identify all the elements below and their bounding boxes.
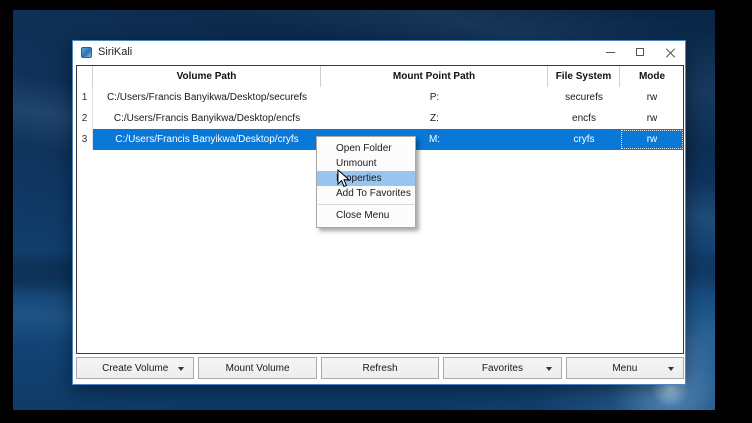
row-number: 3 — [77, 129, 93, 150]
table-header-row: Volume Path Mount Point Path File System… — [77, 66, 683, 87]
window-title: SiriKali — [98, 46, 132, 58]
menu-item-open-folder[interactable]: Open Folder — [317, 141, 415, 156]
column-header-mount-point-path[interactable]: Mount Point Path — [321, 66, 548, 87]
menu-button[interactable]: Menu — [566, 357, 684, 379]
window-controls — [595, 41, 685, 63]
row-number: 2 — [77, 108, 93, 129]
create-volume-label: Create Volume — [102, 363, 168, 374]
cell-volume-path[interactable]: C:/Users/Francis Banyikwa/Desktop/cryfs — [93, 129, 321, 150]
cell-file-system[interactable]: securefs — [548, 87, 620, 108]
table-row[interactable]: 2 C:/Users/Francis Banyikwa/Desktop/encf… — [77, 108, 683, 129]
row-number: 1 — [77, 87, 93, 108]
mouse-cursor-icon — [337, 169, 350, 193]
dropdown-arrow-icon — [546, 367, 552, 371]
sirikali-app-icon — [81, 47, 92, 58]
favorites-label: Favorites — [482, 363, 523, 374]
column-header-file-system[interactable]: File System — [548, 66, 620, 87]
cell-mount-point[interactable]: P: — [321, 87, 548, 108]
cell-mode[interactable]: rw — [620, 108, 684, 129]
cell-file-system[interactable]: cryfs — [548, 129, 620, 150]
context-menu: Open Folder Unmount Properties Add To Fa… — [316, 136, 416, 228]
dropdown-arrow-icon — [178, 367, 184, 371]
bottom-toolbar: Create Volume Mount Volume Refresh Favor… — [76, 357, 684, 379]
cell-mode-focused[interactable]: rw — [620, 129, 684, 150]
minimize-icon — [606, 52, 615, 53]
cell-volume-path[interactable]: C:/Users/Francis Banyikwa/Desktop/secure… — [93, 87, 321, 108]
menu-item-properties[interactable]: Properties — [317, 171, 415, 186]
maximize-button[interactable] — [625, 41, 655, 63]
menu-item-unmount[interactable]: Unmount — [317, 156, 415, 171]
close-icon — [666, 48, 675, 57]
maximize-icon — [636, 48, 644, 56]
refresh-button[interactable]: Refresh — [321, 357, 439, 379]
column-header-volume-path[interactable]: Volume Path — [93, 66, 321, 87]
minimize-button[interactable] — [595, 41, 625, 63]
favorites-button[interactable]: Favorites — [443, 357, 561, 379]
cell-mount-point[interactable]: Z: — [321, 108, 548, 129]
mount-volume-label: Mount Volume — [226, 363, 290, 374]
titlebar[interactable]: SiriKali — [73, 41, 685, 63]
menu-item-add-to-favorites[interactable]: Add To Favorites — [317, 186, 415, 201]
corner-header — [77, 66, 93, 87]
table-row[interactable]: 1 C:/Users/Francis Banyikwa/Desktop/secu… — [77, 87, 683, 108]
menu-separator — [318, 204, 414, 205]
cell-file-system[interactable]: encfs — [548, 108, 620, 129]
menu-item-close-menu[interactable]: Close Menu — [317, 208, 415, 223]
menu-label: Menu — [612, 363, 637, 374]
close-button[interactable] — [655, 41, 685, 63]
create-volume-button[interactable]: Create Volume — [76, 357, 194, 379]
mount-volume-button[interactable]: Mount Volume — [198, 357, 316, 379]
cell-volume-path[interactable]: C:/Users/Francis Banyikwa/Desktop/encfs — [93, 108, 321, 129]
refresh-label: Refresh — [363, 363, 398, 374]
cell-mode[interactable]: rw — [620, 87, 684, 108]
screen: SiriKali Volume Path Mount Point Path Fi… — [0, 0, 752, 423]
dropdown-arrow-icon — [668, 367, 674, 371]
column-header-mode[interactable]: Mode — [620, 66, 684, 87]
